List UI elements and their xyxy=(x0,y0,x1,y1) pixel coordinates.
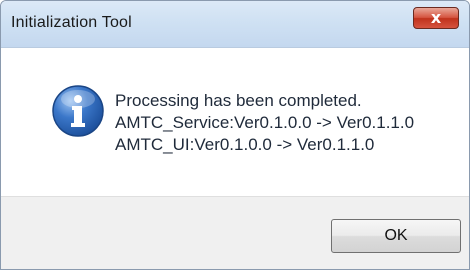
message-text: Processing has been completed. AMTC_Serv… xyxy=(115,90,414,156)
message-line-status: Processing has been completed. xyxy=(115,91,362,110)
title-bar[interactable]: Initialization Tool x xyxy=(1,1,469,48)
info-icon xyxy=(52,85,104,137)
window-title: Initialization Tool xyxy=(11,14,132,31)
message-line-ui-version: AMTC_UI:Ver0.1.0.0 -> Ver0.1.1.0 xyxy=(115,135,375,154)
close-button[interactable]: x xyxy=(413,7,459,29)
ok-button[interactable]: OK xyxy=(331,219,461,253)
dialog-window: Initialization Tool x Processing has bee… xyxy=(0,0,470,270)
dialog-footer: OK xyxy=(1,196,469,269)
message-line-service-version: AMTC_Service:Ver0.1.0.0 -> Ver0.1.1.0 xyxy=(115,113,415,132)
close-icon: x xyxy=(430,8,442,27)
dialog-content: Processing has been completed. AMTC_Serv… xyxy=(1,48,469,196)
